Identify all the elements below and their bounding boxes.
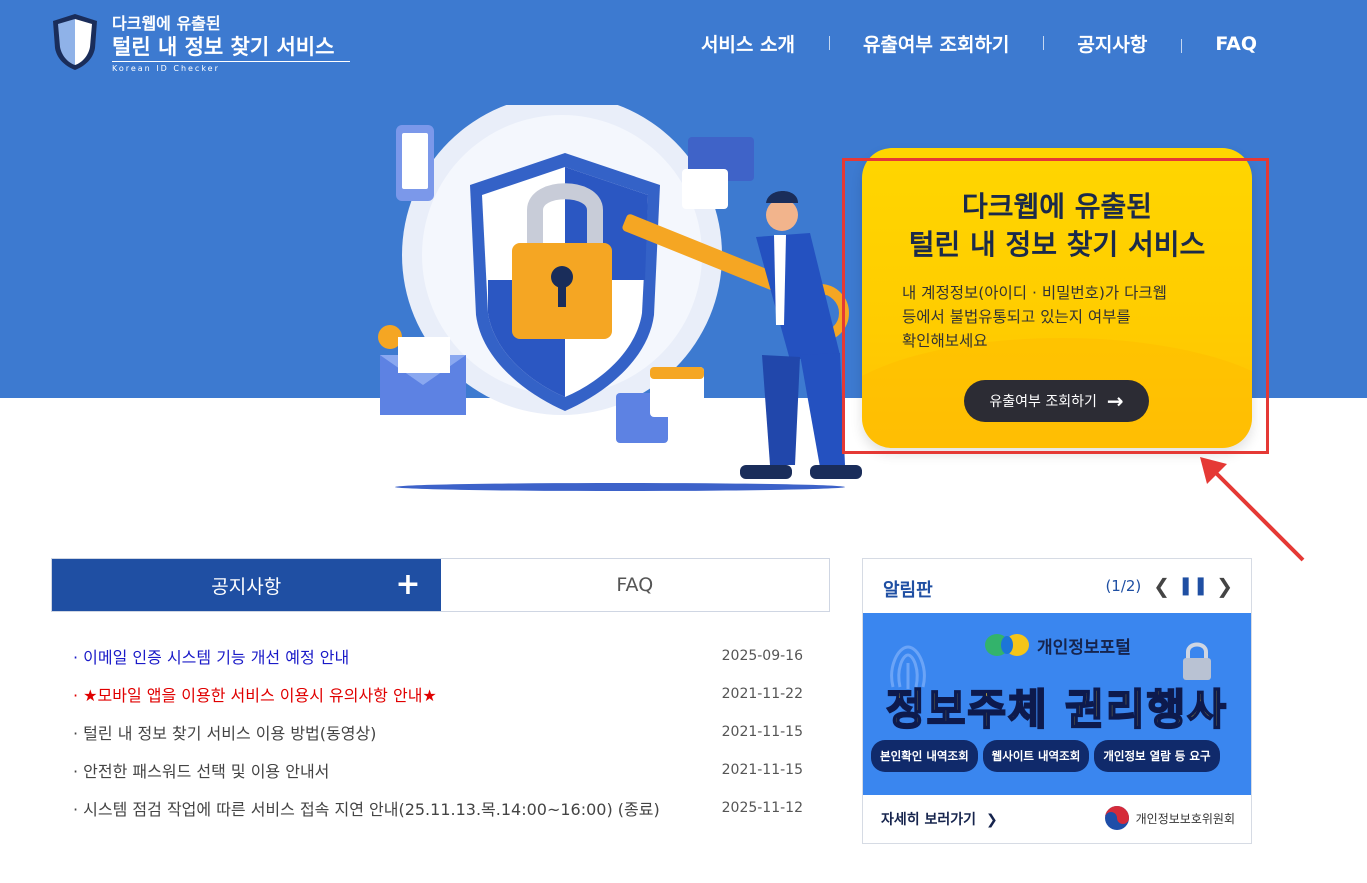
notice-list: · 이메일 인증 시스템 기능 개선 예정 안내 2025-09-16 · ★모… xyxy=(73,637,803,827)
promo-desc-line3: 확인해보세요 xyxy=(902,332,988,350)
portal-brand: 개인정보포털 xyxy=(983,632,1131,658)
list-item[interactable]: · ★모바일 앱을 이용한 서비스 이용시 유의사항 안내★ 2021-11-2… xyxy=(73,675,803,713)
promo-description: 내 계정정보(아이디 · 비밀번호)가 다크웹 등에서 불법유통되고 있는지 여… xyxy=(902,281,1222,353)
notice-title[interactable]: · ★모바일 앱을 이용한 서비스 이용시 유의사항 안내★ xyxy=(73,682,437,706)
nav-service-intro[interactable]: 서비스 소개 xyxy=(667,30,829,57)
leak-check-button[interactable]: 유출여부 조회하기 → xyxy=(964,380,1149,422)
board-title: 알림판 xyxy=(883,580,933,601)
notice-title[interactable]: · 안전한 패스워드 선택 및 이용 안내서 xyxy=(73,758,329,782)
logo-title-line1: 다크웹에 유출된 xyxy=(112,14,221,33)
privacy-rights-banner[interactable]: 개인정보포털 정보주체 권리행사 본인확인 내역조회 웹사이트 내역조회 개인정… xyxy=(863,613,1251,795)
logo-title-line2: 털린 내 정보 찾기 서비스 xyxy=(112,35,335,59)
arrow-right-icon: → xyxy=(1106,389,1124,413)
promo-desc-line2: 등에서 불법유통되고 있는지 여부를 xyxy=(902,308,1131,326)
promo-title-line1: 다크웹에 유출된 xyxy=(961,190,1153,223)
notice-title[interactable]: · 털린 내 정보 찾기 서비스 이용 방법(동영상) xyxy=(73,720,376,744)
main-nav: 서비스 소개 유출여부 조회하기 공지사항 FAQ xyxy=(667,30,1257,57)
plus-icon[interactable]: + xyxy=(395,570,420,600)
list-item[interactable]: · 이메일 인증 시스템 기능 개선 예정 안내 2025-09-16 xyxy=(73,637,803,675)
banner-pills: 본인확인 내역조회 웹사이트 내역조회 개인정보 열람 등 요구 xyxy=(871,740,1220,772)
promo-title-line2: 털린 내 정보 찾기 서비스 xyxy=(908,228,1206,261)
nav-faq[interactable]: FAQ xyxy=(1181,33,1257,55)
pause-icon[interactable]: ❚❚ xyxy=(1178,575,1208,596)
see-more-link[interactable]: 자세히 보러가기 ❯ xyxy=(881,809,998,829)
notice-title[interactable]: · 시스템 점검 작업에 따른 서비스 접속 지연 안내(25.11.13.목.… xyxy=(73,796,660,820)
promo-desc-line1: 내 계정정보(아이디 · 비밀번호)가 다크웹 xyxy=(902,284,1167,302)
banner-headline: 정보주체 권리행사 xyxy=(885,684,1228,735)
tab-faq-label: FAQ xyxy=(616,574,654,596)
tab-notice[interactable]: 공지사항 + xyxy=(52,559,441,611)
notice-board: 알림판 (1/2) ❮ ❚❚ ❯ 개인정보포털 정보주체 권리행사 본인확인 내… xyxy=(862,558,1252,844)
notice-date: 2021-11-15 xyxy=(721,724,803,740)
pill-identity-check: 본인확인 내역조회 xyxy=(871,740,978,772)
chevron-right-icon: ❯ xyxy=(986,812,998,828)
lock-icon xyxy=(1183,642,1211,680)
chevron-right-icon[interactable]: ❯ xyxy=(1216,576,1233,596)
nav-leak-check[interactable]: 유출여부 조회하기 xyxy=(828,30,1043,57)
board-page-indicator: (1/2) xyxy=(1105,576,1142,595)
notice-date: 2021-11-15 xyxy=(721,762,803,778)
list-item[interactable]: · 털린 내 정보 찾기 서비스 이용 방법(동영상) 2021-11-15 xyxy=(73,713,803,751)
portal-logo-icon xyxy=(985,634,1029,656)
notice-title[interactable]: · 이메일 인증 시스템 기능 개선 예정 안내 xyxy=(73,644,349,668)
taegeuk-emblem-icon xyxy=(1104,806,1129,830)
promo-title: 다크웹에 유출된 털린 내 정보 찾기 서비스 xyxy=(862,188,1252,264)
site-logo[interactable]: 다크웹에 유출된 털린 내 정보 찾기 서비스 Korean ID Checke… xyxy=(50,12,350,73)
see-more-label: 자세히 보러가기 xyxy=(881,812,977,828)
pill-access-request: 개인정보 열람 등 요구 xyxy=(1094,740,1220,772)
portal-name: 개인정보포털 xyxy=(1037,637,1131,658)
pill-website-check: 웹사이트 내역조회 xyxy=(982,740,1090,772)
board-controls: (1/2) ❮ ❚❚ ❯ xyxy=(1105,575,1233,596)
security-illustration xyxy=(378,105,862,491)
shield-logo-icon xyxy=(53,14,97,70)
nav-notice[interactable]: 공지사항 xyxy=(1043,30,1181,57)
org-name: 개인정보보호위원회 xyxy=(1135,811,1235,826)
notice-date: 2025-11-12 xyxy=(721,800,803,816)
notice-date: 2025-09-16 xyxy=(721,648,803,664)
notice-date: 2021-11-22 xyxy=(721,686,803,702)
logo-subtitle: Korean ID Checker xyxy=(112,61,350,73)
list-item[interactable]: · 안전한 패스워드 선택 및 이용 안내서 2021-11-15 xyxy=(73,751,803,789)
leak-check-button-label: 유출여부 조회하기 xyxy=(989,394,1097,410)
pointer-arrow-icon xyxy=(1200,457,1305,562)
notice-faq-tabs: 공지사항 + FAQ xyxy=(51,558,830,612)
tab-faq[interactable]: FAQ xyxy=(440,559,829,611)
org-brand: 개인정보보호위원회 xyxy=(1104,805,1235,831)
list-item[interactable]: · 시스템 점검 작업에 따른 서비스 접속 지연 안내(25.11.13.목.… xyxy=(73,789,803,827)
chevron-left-icon[interactable]: ❮ xyxy=(1153,576,1170,596)
tab-notice-label: 공지사항 xyxy=(211,575,282,598)
